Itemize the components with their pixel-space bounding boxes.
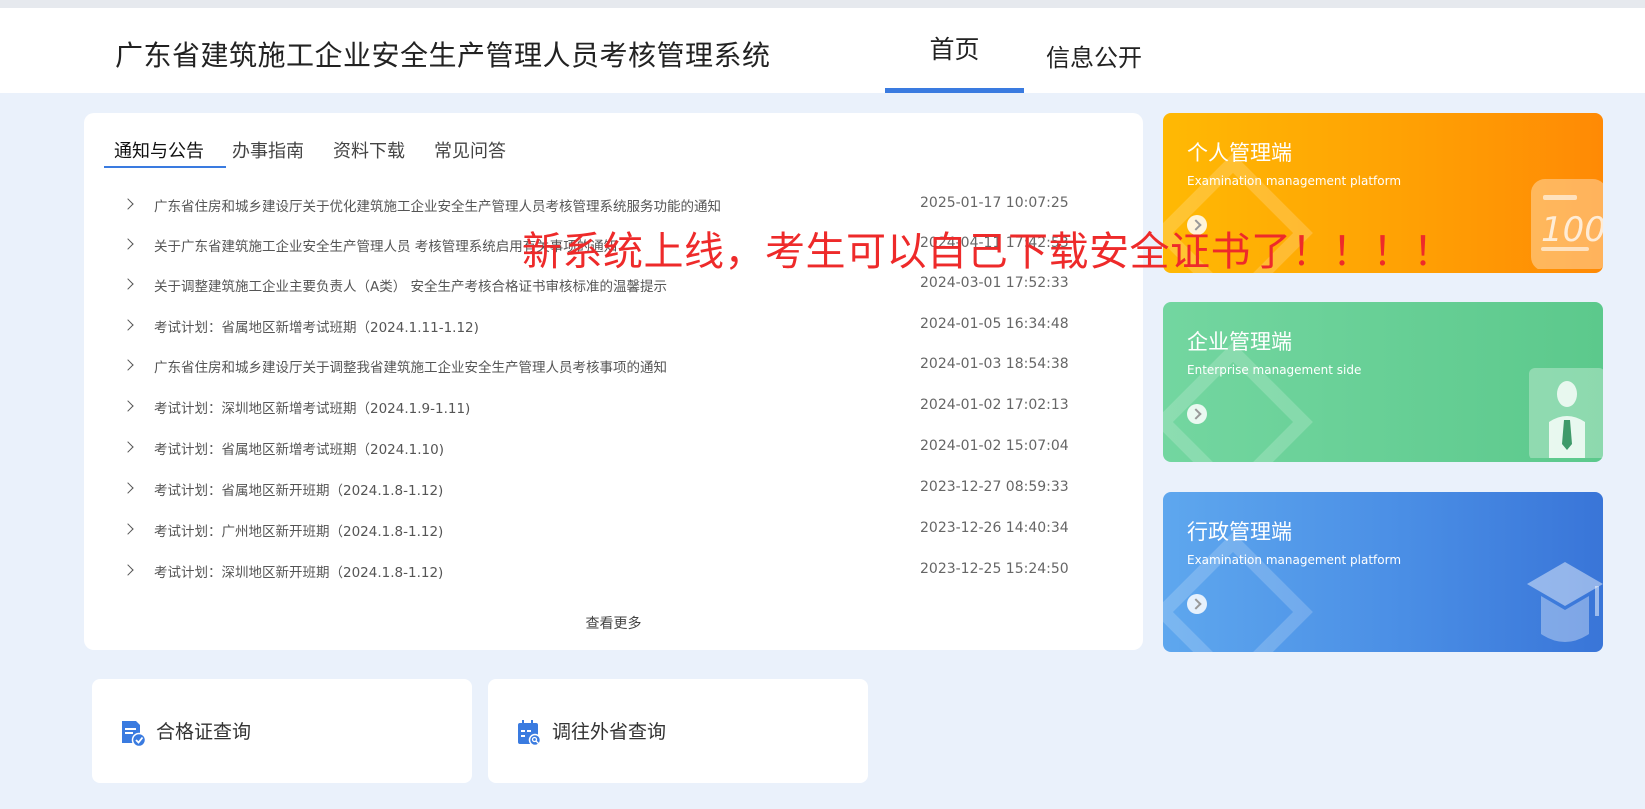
news-title[interactable]: 广东省住房和城乡建设厅关于优化建筑施工企业安全生产管理人员考核管理系统服务功能的… (154, 195, 721, 215)
card-title: 企业管理端 (1187, 330, 1292, 354)
notice-tabs: 通知与公告 办事指南 资料下载 常见问答 (104, 137, 1123, 167)
news-title[interactable]: 关于调整建筑施工企业主要负责人（A类） 安全生产考核合格证书审核标准的温馨提示 (154, 275, 667, 295)
card-title: 行政管理端 (1187, 520, 1292, 544)
news-date: 2023-12-27 08:59:33 (920, 479, 1069, 495)
list-item[interactable]: 考试计划：广州地区新开班期（2024.1.8-1.12) 2023-12-26 … (84, 510, 1143, 551)
certificate-check-icon (122, 721, 146, 747)
notice-panel: 通知与公告 办事指南 资料下载 常见问答 广东省住房和城乡建设厅关于优化建筑施工… (84, 113, 1143, 650)
diamond-pattern (1163, 532, 1313, 652)
view-more-link[interactable]: 查看更多 (84, 613, 1143, 633)
arrow-right-icon[interactable] (1187, 594, 1207, 614)
nav-active-indicator (885, 88, 1024, 93)
tab-guide[interactable]: 办事指南 (232, 137, 304, 163)
card-title: 个人管理端 (1187, 141, 1292, 165)
list-item[interactable]: 考试计划：深圳地区新增考试班期（2024.1.9-1.11) 2024-01-0… (84, 387, 1143, 428)
news-date: 2024-01-02 15:07:04 (920, 438, 1069, 454)
card-subtitle: Examination management platform (1187, 174, 1402, 188)
card-enterprise-portal[interactable]: 企业管理端 Enterprise management side (1163, 302, 1603, 462)
news-date: 2024-01-02 17:02:13 (920, 397, 1069, 413)
chevron-right-icon (122, 235, 136, 255)
certificate-query-button[interactable]: 合格证查询 (92, 679, 472, 783)
graduation-cap-icon (1527, 562, 1603, 642)
quick-link-label: 合格证查询 (156, 721, 252, 743)
chevron-right-icon (122, 438, 136, 458)
chevron-right-icon (122, 316, 136, 336)
chevron-right-icon (122, 479, 136, 499)
top-border (0, 0, 1645, 8)
news-title[interactable]: 考试计划：省属地区新增考试班期（2024.1.10) (154, 438, 444, 458)
svg-text:100: 100 (1541, 210, 1603, 250)
transfer-query-button[interactable]: 调往外省查询 (488, 679, 868, 783)
list-item[interactable]: 考试计划：省属地区新开班期（2024.1.8-1.12) 2023-12-27 … (84, 469, 1143, 510)
calendar-search-icon (518, 720, 542, 747)
nav-home-label: 首页 (929, 35, 980, 64)
card-subtitle: Enterprise management side (1187, 363, 1362, 377)
chevron-right-icon (122, 397, 136, 417)
list-item[interactable]: 考试计划：省属地区新增考试班期（2024.1.11-1.12) 2024-01-… (84, 306, 1143, 347)
chevron-right-icon (122, 356, 136, 376)
chevron-right-icon (122, 561, 136, 581)
tab-active-underline (104, 166, 226, 168)
site-title: 广东省建筑施工企业安全生产管理人员考核管理系统 (115, 39, 771, 72)
news-title[interactable]: 考试计划：广州地区新开班期（2024.1.8-1.12) (154, 520, 443, 540)
announcement-overlay: 新系统上线，考生可以自己下载安全证书了！！！！ (522, 229, 1454, 275)
arrow-right-icon[interactable] (1187, 404, 1207, 424)
person-tie-icon (1529, 368, 1603, 458)
nav-info-public[interactable]: 信息公开 (1046, 38, 1142, 73)
tab-faq[interactable]: 常见问答 (434, 137, 506, 163)
quick-link-label: 调往外省查询 (552, 721, 667, 743)
news-title[interactable]: 考试计划：省属地区新增考试班期（2024.1.11-1.12) (154, 316, 479, 336)
news-title[interactable]: 考试计划：省属地区新开班期（2024.1.8-1.12) (154, 479, 443, 499)
site-header: 广东省建筑施工企业安全生产管理人员考核管理系统 首页 信息公开 (0, 8, 1645, 93)
news-date: 2023-12-25 15:24:50 (920, 561, 1069, 577)
list-item[interactable]: 广东省住房和城乡建设厅关于调整我省建筑施工企业安全生产管理人员考核事项的通知 2… (84, 346, 1143, 387)
chevron-right-icon (122, 195, 136, 215)
tab-downloads[interactable]: 资料下载 (333, 137, 405, 163)
score-100-icon: 100 (1531, 179, 1603, 269)
chevron-right-icon (122, 275, 136, 295)
list-item[interactable]: 考试计划：省属地区新增考试班期（2024.1.10) 2024-01-02 15… (84, 428, 1143, 469)
news-date: 2023-12-26 14:40:34 (920, 520, 1069, 536)
chevron-right-icon (122, 520, 136, 540)
list-item[interactable]: 考试计划：深圳地区新开班期（2024.1.8-1.12) 2023-12-25 … (84, 551, 1143, 592)
news-title[interactable]: 考试计划：深圳地区新增考试班期（2024.1.9-1.11) (154, 397, 470, 417)
news-title[interactable]: 广东省住房和城乡建设厅关于调整我省建筑施工企业安全生产管理人员考核事项的通知 (154, 356, 667, 376)
card-admin-portal[interactable]: 行政管理端 Examination management platform (1163, 492, 1603, 652)
tab-notices[interactable]: 通知与公告 (114, 137, 204, 163)
news-title[interactable]: 考试计划：深圳地区新开班期（2024.1.8-1.12) (154, 561, 443, 581)
diamond-pattern (1163, 342, 1313, 462)
news-date: 2024-01-03 18:54:38 (920, 356, 1069, 372)
nav-home[interactable]: 首页 (885, 8, 1024, 93)
news-date: 2024-01-05 16:34:48 (920, 316, 1069, 332)
card-subtitle: Examination management platform (1187, 553, 1402, 567)
news-date: 2024-03-01 17:52:33 (920, 275, 1069, 291)
news-date: 2025-01-17 10:07:25 (920, 195, 1069, 211)
